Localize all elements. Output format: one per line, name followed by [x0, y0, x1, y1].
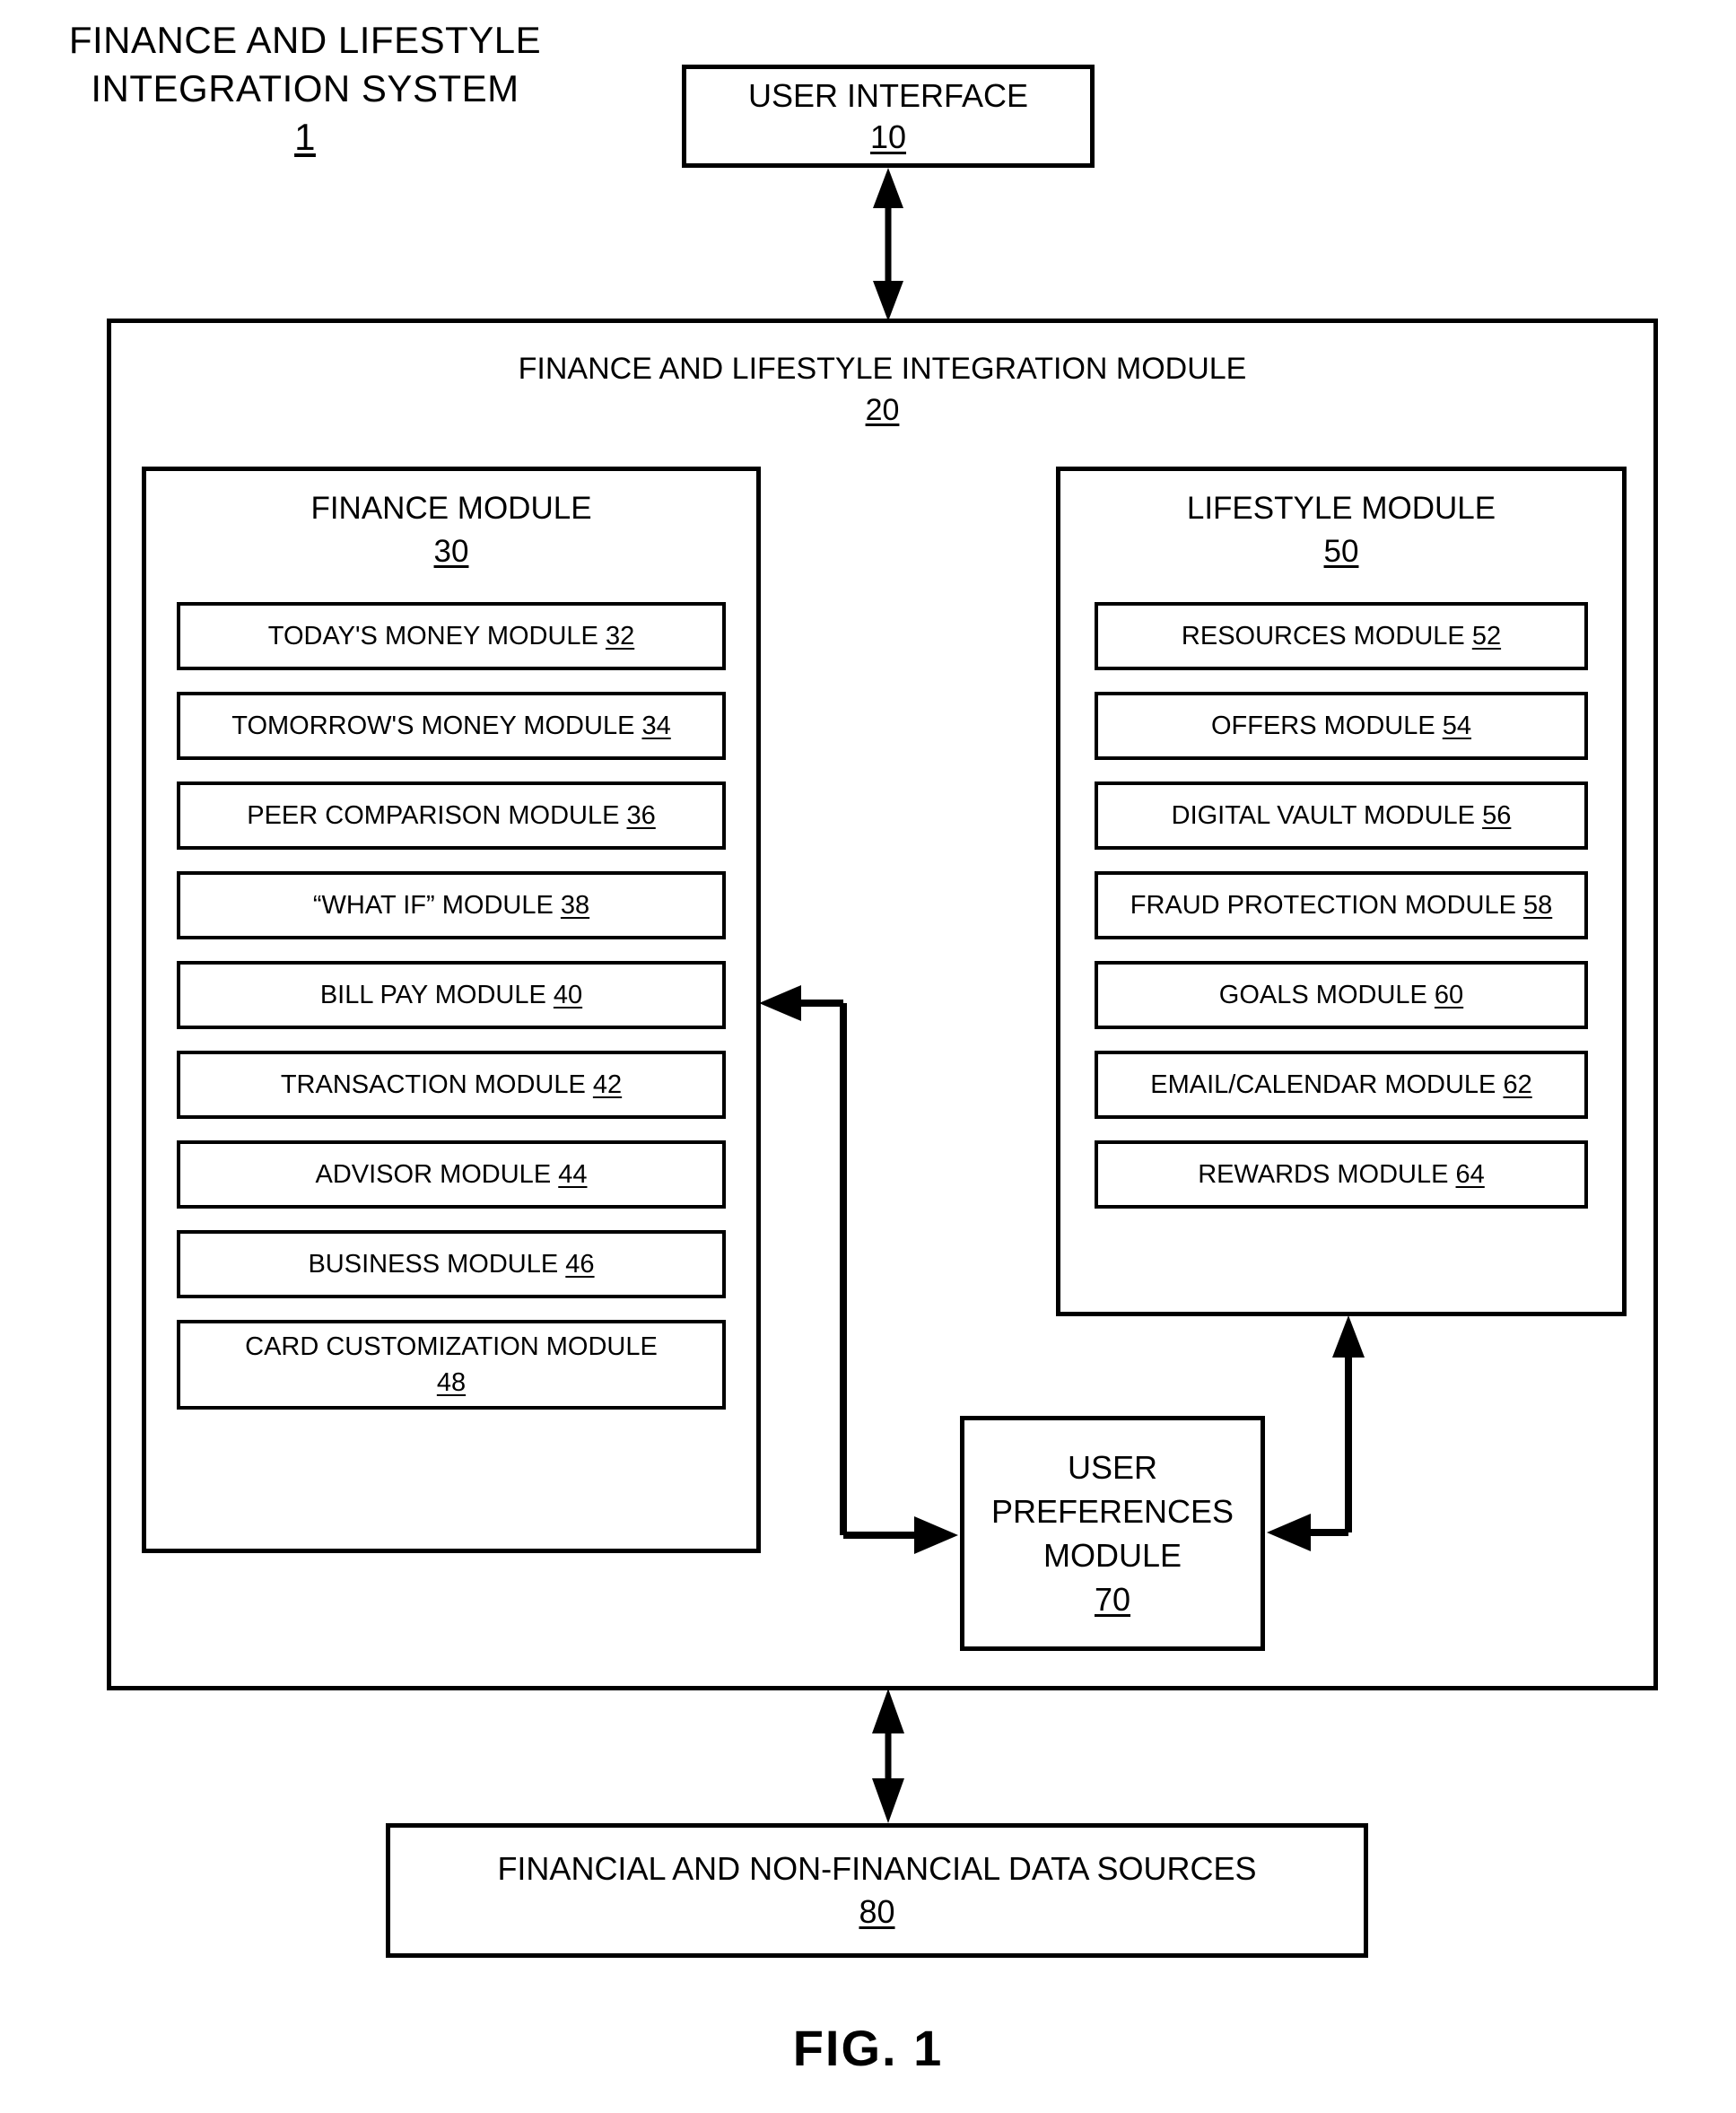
arrow-integration-module-to-data-sources	[872, 1689, 904, 1823]
lifestyle-item-offers[interactable]: OFFERS MODULE 54	[1095, 692, 1588, 760]
user-preferences-line2: PREFERENCES	[990, 1493, 1234, 1530]
data-sources-reference-numeral: 80	[859, 1893, 895, 1930]
lifestyle-item-label: FRAUD PROTECTION MODULE	[1130, 891, 1516, 920]
finance-item-what-if[interactable]: “WHAT IF” MODULE 38	[177, 871, 726, 939]
lifestyle-item-label: DIGITAL VAULT MODULE	[1171, 801, 1476, 830]
lifestyle-item-ref: 52	[1471, 622, 1502, 650]
finance-item-ref: 34	[641, 712, 671, 740]
figure-caption: FIG. 1	[792, 2020, 944, 2076]
lifestyle-item-resources[interactable]: RESOURCES MODULE 52	[1095, 602, 1588, 670]
finance-item-label: TOMORROW'S MONEY MODULE	[231, 712, 635, 740]
lifestyle-module-label: LIFESTYLE MODULE	[1186, 491, 1496, 526]
user-preferences-reference-numeral: 70	[1094, 1581, 1131, 1618]
user-preferences-module-box: USER PREFERENCES MODULE 70	[960, 1416, 1265, 1651]
arrow-ui-to-integration-module	[873, 168, 903, 321]
lifestyle-item-ref: 58	[1522, 891, 1553, 920]
data-sources-box: FINANCIAL AND NON-FINANCIAL DATA SOURCES…	[386, 1823, 1368, 1958]
finance-item-ref: 38	[560, 891, 590, 920]
finance-module-label: FINANCE MODULE	[310, 491, 592, 526]
lifestyle-item-label: GOALS MODULE	[1218, 981, 1427, 1009]
finance-item-label: CARD CUSTOMIZATION MODULE	[245, 1332, 658, 1361]
finance-item-advisor[interactable]: ADVISOR MODULE 44	[177, 1140, 726, 1209]
data-sources-label: FINANCIAL AND NON-FINANCIAL DATA SOURCES	[497, 1850, 1257, 1887]
lifestyle-module-reference-numeral: 50	[1323, 534, 1359, 569]
integration-module-header: FINANCE AND LIFESTYLE INTEGRATION MODULE…	[111, 348, 1653, 431]
lifestyle-item-ref: 56	[1482, 801, 1512, 830]
finance-item-ref: 40	[553, 981, 583, 1009]
finance-module-box: FINANCE MODULE 30 TODAY'S MONEY MODULE 3…	[142, 467, 761, 1553]
finance-item-label: BILL PAY MODULE	[319, 981, 546, 1009]
finance-item-bill-pay[interactable]: BILL PAY MODULE 40	[177, 961, 726, 1029]
finance-item-label: PEER COMPARISON MODULE	[247, 801, 620, 830]
system-title-line2: INTEGRATION SYSTEM	[91, 67, 519, 109]
system-title-line1: FINANCE AND LIFESTYLE	[68, 19, 542, 61]
finance-item-ref: 36	[626, 801, 656, 830]
finance-item-peer-comparison[interactable]: PEER COMPARISON MODULE 36	[177, 781, 726, 850]
lifestyle-item-goals[interactable]: GOALS MODULE 60	[1095, 961, 1588, 1029]
finance-item-label: TRANSACTION MODULE	[280, 1070, 586, 1099]
user-interface-label: USER INTERFACE	[747, 76, 1029, 114]
lifestyle-item-label: EMAIL/CALENDAR MODULE	[1150, 1070, 1496, 1099]
finance-item-tomorrows-money[interactable]: TOMORROW'S MONEY MODULE 34	[177, 692, 726, 760]
lifestyle-item-label: OFFERS MODULE	[1210, 712, 1435, 740]
finance-item-ref: 44	[558, 1160, 588, 1189]
lifestyle-item-label: REWARDS MODULE	[1198, 1160, 1449, 1189]
lifestyle-item-ref: 60	[1434, 981, 1464, 1009]
lifestyle-item-email-calendar[interactable]: EMAIL/CALENDAR MODULE 62	[1095, 1051, 1588, 1119]
finance-item-label: TODAY'S MONEY MODULE	[267, 622, 598, 650]
user-interface-box: USER INTERFACE 10	[682, 65, 1095, 168]
user-preferences-line3: MODULE	[1042, 1537, 1182, 1574]
finance-item-ref: 48	[436, 1368, 467, 1397]
lifestyle-item-digital-vault[interactable]: DIGITAL VAULT MODULE 56	[1095, 781, 1588, 850]
lifestyle-module-item-list: RESOURCES MODULE 52 OFFERS MODULE 54 DIG…	[1060, 573, 1622, 1209]
user-interface-reference-numeral: 10	[869, 118, 907, 155]
finance-item-transaction[interactable]: TRANSACTION MODULE 42	[177, 1051, 726, 1119]
lifestyle-item-ref: 64	[1455, 1160, 1485, 1189]
finance-item-label: BUSINESS MODULE	[308, 1250, 559, 1279]
lifestyle-item-ref: 54	[1442, 712, 1472, 740]
lifestyle-item-ref: 62	[1503, 1070, 1532, 1099]
finance-item-label: ADVISOR MODULE	[315, 1160, 552, 1189]
finance-item-ref: 32	[605, 622, 635, 650]
lifestyle-module-box: LIFESTYLE MODULE 50 RESOURCES MODULE 52 …	[1056, 467, 1627, 1316]
finance-module-reference-numeral: 30	[433, 534, 469, 569]
finance-item-todays-money[interactable]: TODAY'S MONEY MODULE 32	[177, 602, 726, 670]
integration-module-label: FINANCE AND LIFESTYLE INTEGRATION MODULE	[518, 352, 1247, 386]
system-title: FINANCE AND LIFESTYLE INTEGRATION SYSTEM…	[27, 16, 583, 162]
finance-item-label: “WHAT IF” MODULE	[312, 891, 554, 920]
lifestyle-item-fraud-protection[interactable]: FRAUD PROTECTION MODULE 58	[1095, 871, 1588, 939]
finance-module-item-list: TODAY'S MONEY MODULE 32 TOMORROW'S MONEY…	[146, 573, 756, 1410]
lifestyle-item-rewards[interactable]: REWARDS MODULE 64	[1095, 1140, 1588, 1209]
system-reference-numeral: 1	[294, 116, 316, 158]
finance-item-card-customization[interactable]: CARD CUSTOMIZATION MODULE 48	[177, 1320, 726, 1410]
finance-item-business[interactable]: BUSINESS MODULE 46	[177, 1230, 726, 1298]
integration-module-reference-numeral: 20	[865, 393, 900, 427]
finance-item-ref: 42	[592, 1070, 623, 1099]
lifestyle-item-label: RESOURCES MODULE	[1181, 622, 1465, 650]
user-preferences-line1: USER	[1067, 1449, 1158, 1486]
finance-module-header: FINANCE MODULE 30	[146, 471, 756, 573]
lifestyle-module-header: LIFESTYLE MODULE 50	[1060, 471, 1622, 573]
finance-item-ref: 46	[565, 1250, 595, 1279]
